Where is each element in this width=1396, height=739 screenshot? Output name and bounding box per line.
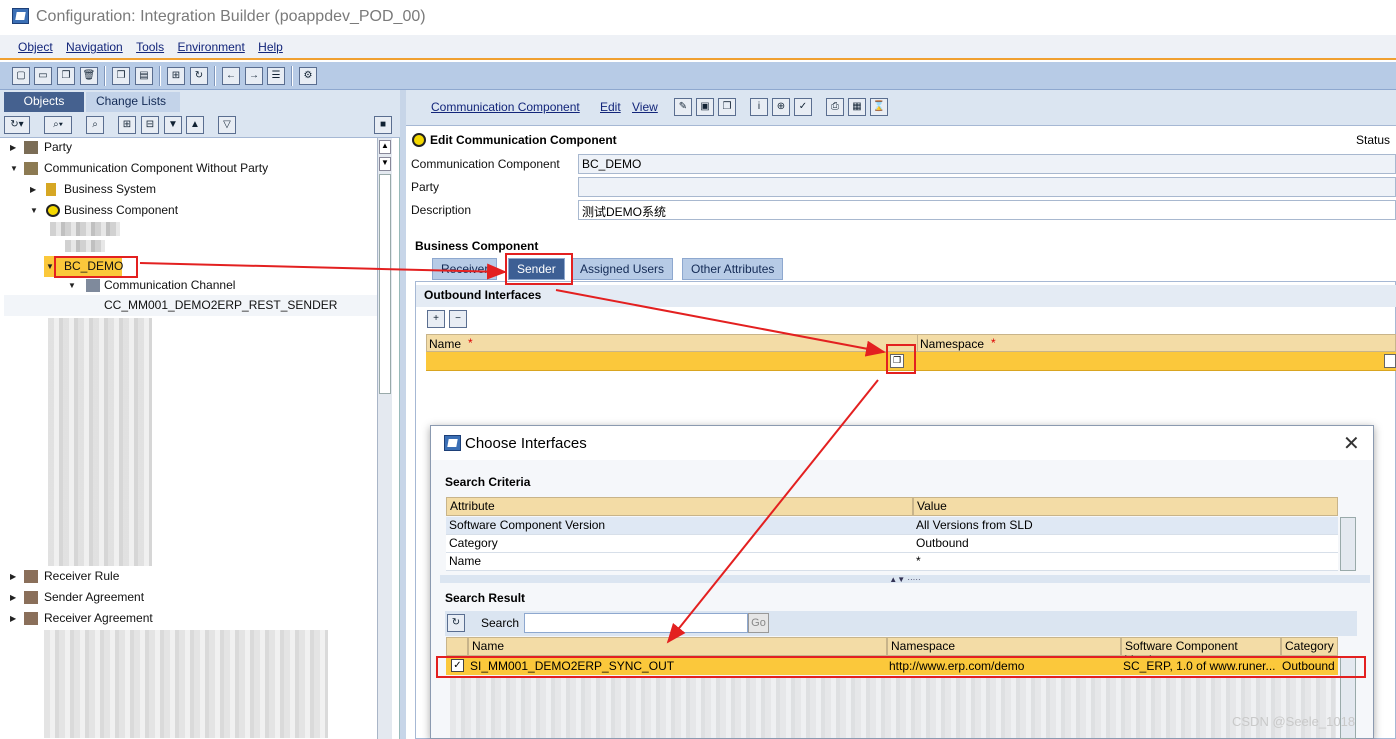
watermark: CSDN @Seele_1018 bbox=[1232, 714, 1356, 729]
annotation-arrows bbox=[139, 262, 886, 644]
